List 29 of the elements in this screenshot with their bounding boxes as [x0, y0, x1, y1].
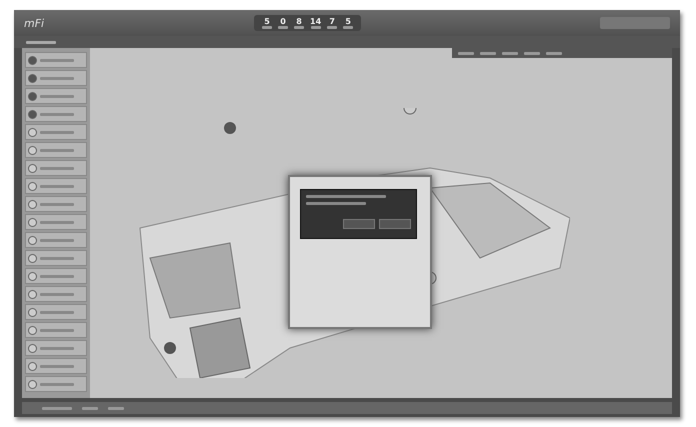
- sidebar-item[interactable]: [25, 142, 87, 158]
- sidebar-item[interactable]: [25, 124, 87, 140]
- app-logo: mFi: [24, 16, 46, 30]
- cancel-button[interactable]: [379, 219, 411, 229]
- search-field[interactable]: [600, 17, 670, 29]
- sidebar-item[interactable]: [25, 178, 87, 194]
- sidebar-item[interactable]: [25, 286, 87, 302]
- confirm-button[interactable]: [343, 219, 375, 229]
- sidebar-item[interactable]: [25, 88, 87, 104]
- sidebar-item[interactable]: [25, 268, 87, 284]
- sidebar-item[interactable]: [25, 340, 87, 356]
- sidebar-item[interactable]: [25, 160, 87, 176]
- sidebar-item[interactable]: [25, 304, 87, 320]
- sidebar-item[interactable]: [25, 106, 87, 122]
- stat-value: 0: [280, 17, 286, 26]
- stat-value: 8: [296, 17, 302, 26]
- sidebar-item[interactable]: [25, 376, 87, 392]
- sidebar-item[interactable]: [25, 196, 87, 212]
- sidebar-item[interactable]: [25, 250, 87, 266]
- sidebar-item[interactable]: [25, 70, 87, 86]
- stat-value: 7: [329, 17, 335, 26]
- sidebar-item[interactable]: [25, 232, 87, 248]
- stat-value: 5: [264, 17, 270, 26]
- sidebar-item[interactable]: [25, 52, 87, 68]
- sidebar-item[interactable]: [25, 358, 87, 374]
- stat-value: 14: [310, 17, 322, 26]
- sidebar-item[interactable]: [25, 214, 87, 230]
- stat-value: 5: [345, 17, 351, 26]
- sidebar-item[interactable]: [25, 322, 87, 338]
